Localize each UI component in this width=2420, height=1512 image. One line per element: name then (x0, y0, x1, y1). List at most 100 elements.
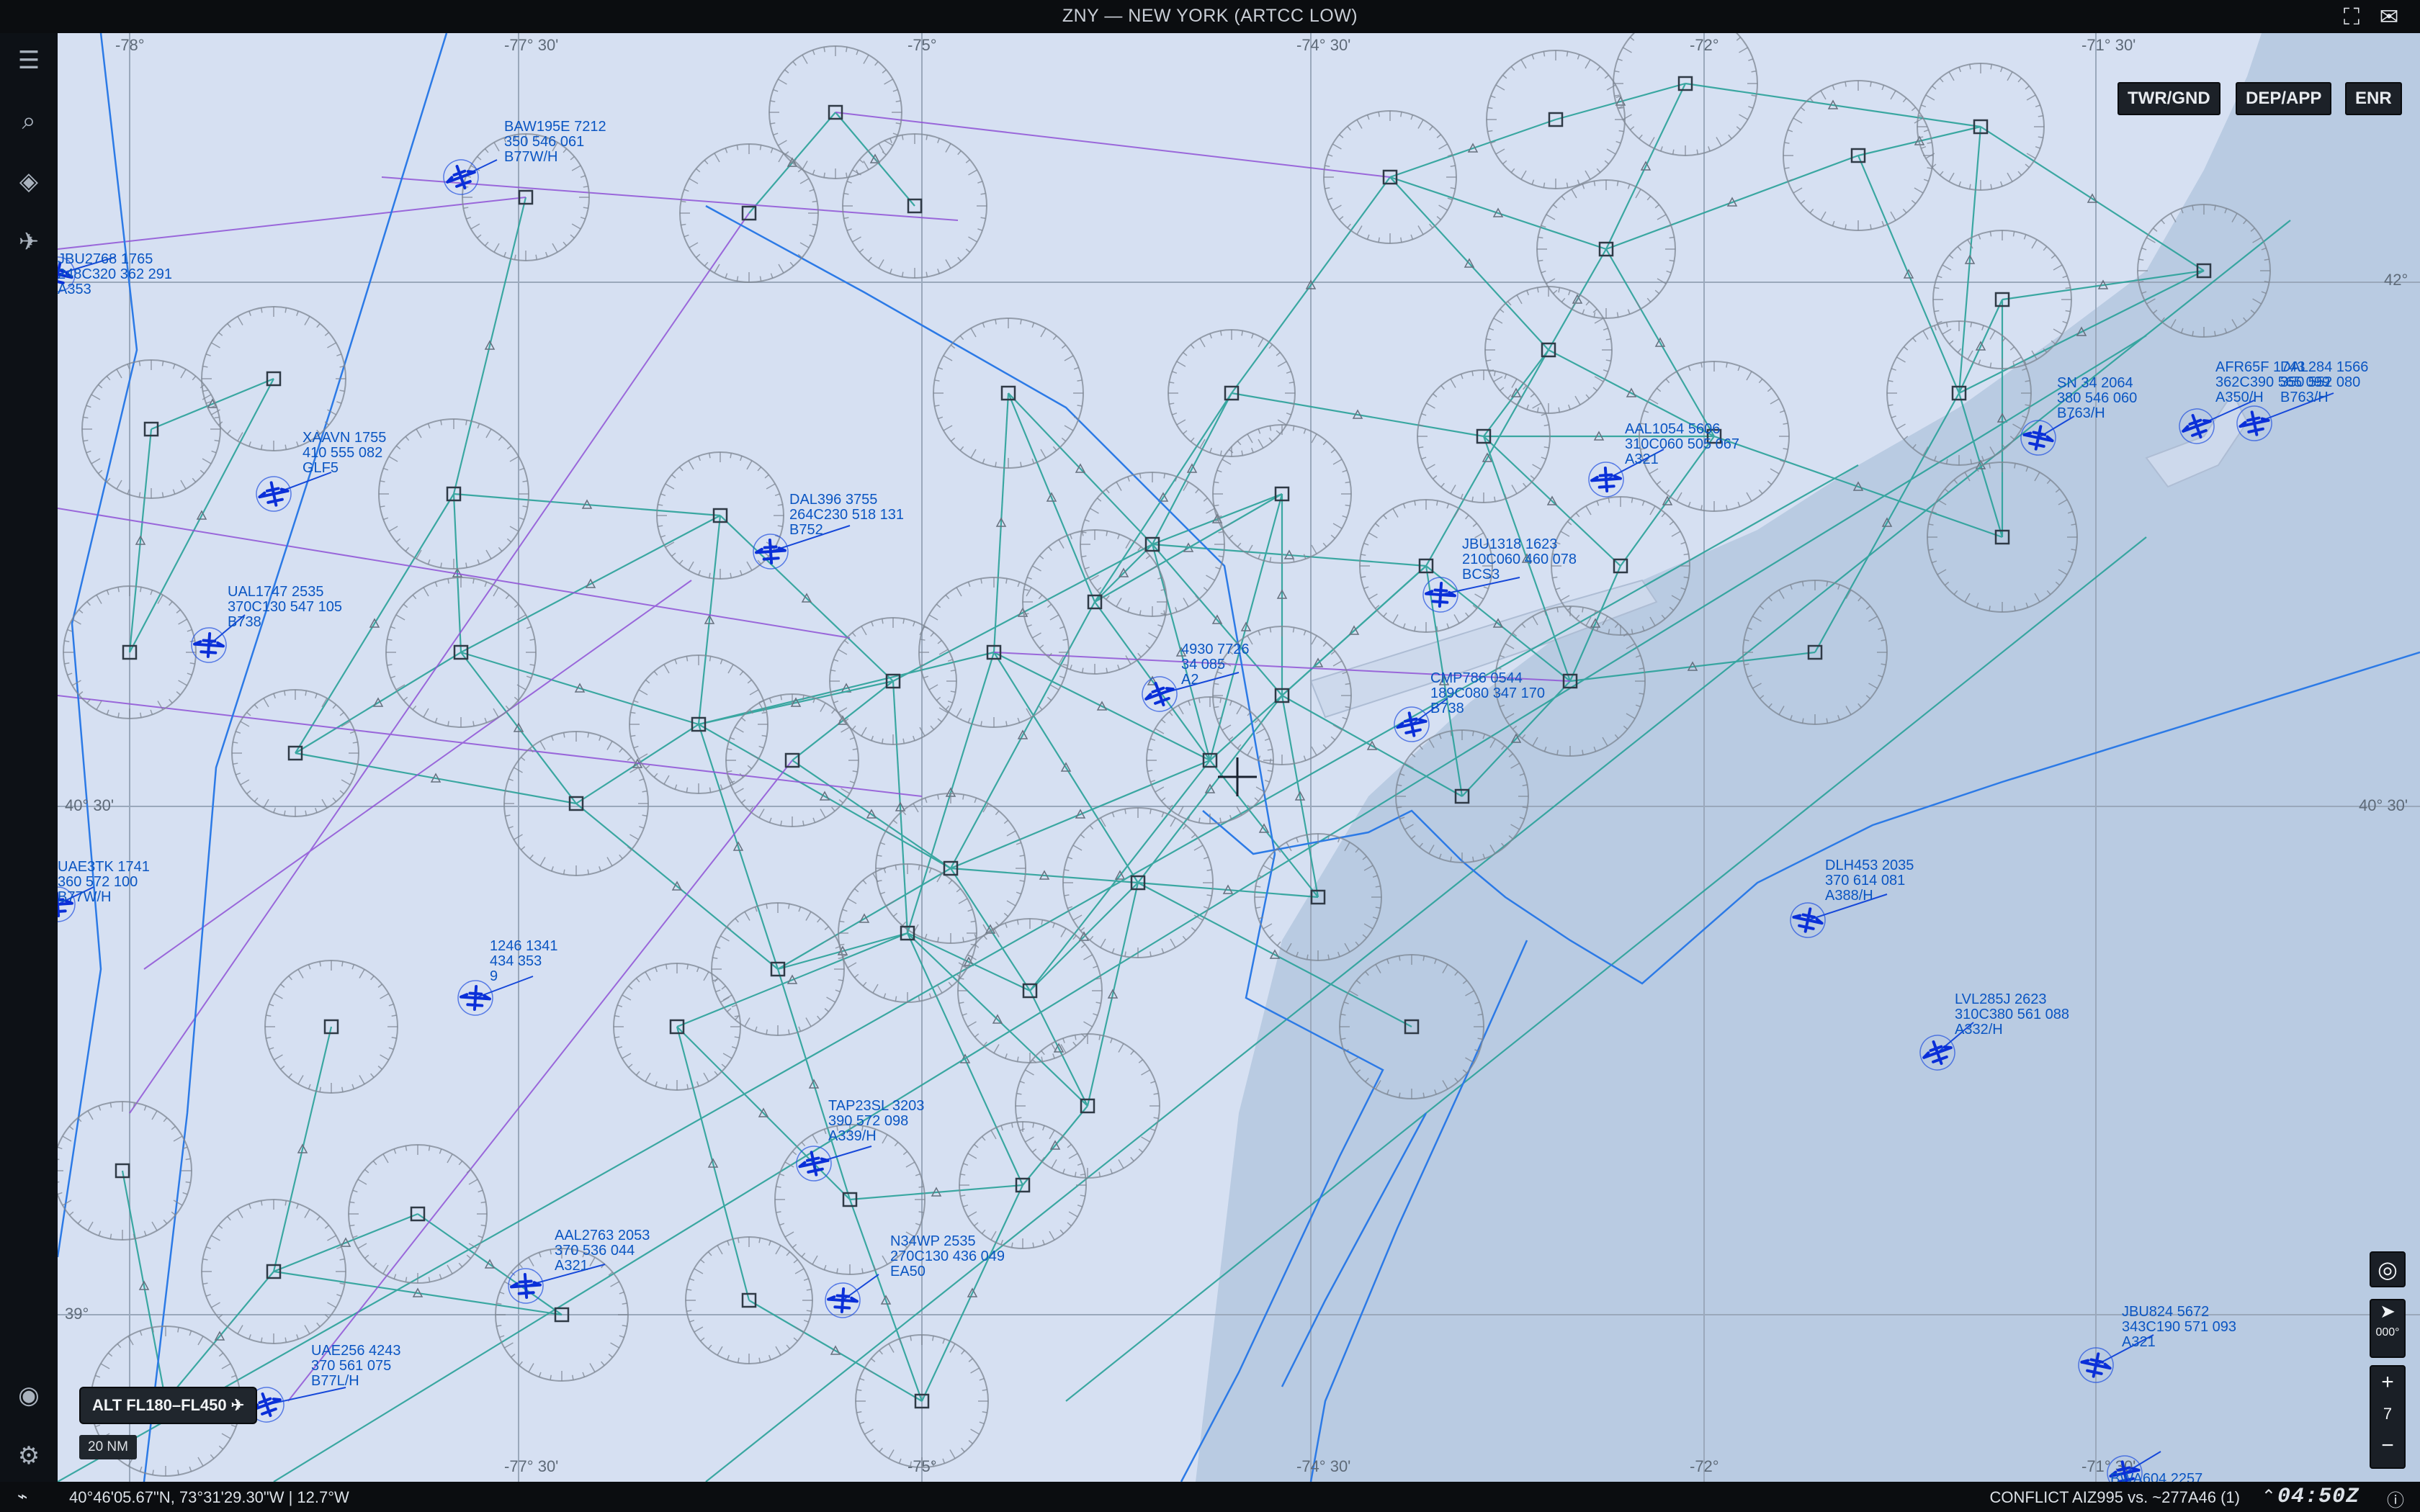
data-block-line: EA50 (890, 1264, 926, 1279)
data-block[interactable]: UAE3TK 1741 360 572 100 B77W/H (58, 860, 150, 905)
longitude-label: -74° 30' (1296, 36, 1350, 54)
data-block[interactable]: DAL396 3755 264C230 518 131 B752 (789, 492, 904, 538)
zoom-in-button[interactable]: + (2371, 1367, 2404, 1398)
data-block[interactable]: 4930 7726 34 085 A2 (1181, 642, 1250, 688)
conflict-alert[interactable]: CONFLICT AIZ995 vs. ~277A46 (1) (1990, 1488, 2240, 1507)
data-block[interactable]: UAL1747 2535 370C130 547 105 B738 (228, 585, 342, 630)
altitude-filter-button[interactable]: ALT FL180–FL450 ✈ (79, 1387, 258, 1424)
zoom-out-button[interactable]: − (2371, 1430, 2404, 1462)
data-block-line: 310C060 505 067 (1625, 436, 1740, 452)
longitude-label: -74° 30' (1296, 1457, 1350, 1475)
data-block-line: A353 (58, 282, 91, 297)
data-block[interactable]: JBU2768 1765 248C320 362 291 A353 (58, 252, 172, 297)
chevron-up-icon[interactable]: ⌃ (2262, 1486, 2276, 1507)
data-block[interactable]: AAL1054 5606 310C060 505 067 A321 (1625, 422, 1739, 467)
data-block-line: B763/H (2280, 390, 2329, 405)
data-block[interactable]: BWA604 2257350 386 433B38M 249 (2110, 1472, 2202, 1482)
data-block-line: 9 (490, 968, 498, 984)
data-block-line: BWA604 2257 (2110, 1471, 2203, 1482)
data-block-line: 310C380 561 088 (1955, 1007, 2070, 1022)
data-block-line: 410 555 082 (302, 445, 383, 461)
north-up-button[interactable]: ➤ 000° (2370, 1299, 2406, 1358)
zoom-control: + 7 − (2370, 1365, 2406, 1469)
data-block-line: TAP23SL 3203 (828, 1098, 925, 1114)
map-canvas[interactable]: -78° -77° 30' -75° -74° 30' -72° -71° 30' -77°… (58, 33, 2420, 1482)
data-block-line: GLF5 (302, 460, 339, 476)
data-block[interactable]: DLH453 2035 370 614 081 A388/H (1825, 858, 1914, 904)
heading-readout: 000° (2375, 1326, 2400, 1338)
facility-dep-app-button[interactable]: DEP/APP (2236, 82, 2332, 115)
data-block[interactable]: 1246 1341 434 353 9 (490, 939, 558, 984)
data-block-line: 370C130 547 105 (228, 599, 343, 615)
longitude-label: -72° (1690, 1457, 1719, 1475)
latitude-label: 39° (65, 1305, 89, 1323)
data-block-line: LVL285J 2623 (1955, 991, 2047, 1007)
data-block-line: 390 572 098 (828, 1113, 909, 1129)
altitude-filter-label: ALT FL180–FL450 (92, 1396, 227, 1414)
aircraft-icon[interactable]: ✈ (10, 223, 48, 261)
user-icon[interactable]: ◉ (10, 1377, 48, 1414)
data-block[interactable]: XAAVN 1755 410 555 082 GLF5 (302, 431, 386, 476)
data-block-line: 1246 1341 (490, 938, 558, 954)
data-block[interactable]: CMP786 0544 189C080 347 170 B738 (1430, 671, 1545, 716)
data-block-line: UAL1747 2535 (228, 584, 324, 600)
longitude-label: -75° (908, 1457, 937, 1475)
data-block[interactable]: N34WP 2535 270C130 436 049 EA50 (890, 1234, 1005, 1279)
help-icon[interactable]: ⓘ (2387, 1486, 2404, 1511)
data-block-line: B738 (228, 614, 261, 630)
terminal-icon[interactable]: ⌁ (17, 1486, 27, 1507)
data-block-line: XAAVN 1755 (302, 430, 387, 446)
scale-bar: 20 NM (79, 1435, 137, 1459)
data-block-line: JBU824 5672 (2122, 1304, 2210, 1320)
data-block-line: A339/H (828, 1128, 877, 1144)
data-block-line: DAL284 1566 (2280, 359, 2369, 375)
data-block-line: AAL1054 5606 (1625, 421, 1721, 437)
chat-icon[interactable]: ✉ (2374, 1, 2404, 32)
data-block[interactable]: UAE256 4243 370 561 075 B77L/H (311, 1344, 401, 1389)
data-block-line: 343C190 571 093 (2122, 1319, 2237, 1335)
data-block-line: 350 546 061 (504, 134, 585, 150)
data-block-line: B77L/H (311, 1373, 359, 1389)
data-block-line: DAL396 3755 (789, 492, 878, 508)
data-block-line: B738 (1430, 701, 1464, 716)
data-block-line: 370 536 044 (555, 1243, 635, 1259)
data-block-line: A332/H (1955, 1022, 2003, 1038)
left-toolbar: ☰ ⌕ ◈ ✈ ◉ ⚙ (0, 33, 58, 1482)
data-block-line: N34WP 2535 (890, 1233, 976, 1249)
data-block[interactable]: BAW195E 7212 350 546 061 B77W/H (504, 120, 606, 165)
data-block[interactable]: JBU824 5672 343C190 571 093 A321 (2122, 1305, 2236, 1350)
radar-map[interactable]: -78° -77° 30' -75° -74° 30' -72° -71° 30' -77°… (58, 33, 2420, 1482)
data-block-line: 270C130 436 049 (890, 1248, 1005, 1264)
data-block-line: JBU2768 1765 (58, 251, 153, 267)
search-icon[interactable]: ⌕ (10, 102, 48, 140)
data-block[interactable]: DAL284 1566 350 552 080 B763/H (2280, 360, 2368, 405)
longitude-label: -75° (908, 36, 937, 54)
data-block[interactable]: LVL285J 2623 310C380 561 088 A332/H (1955, 992, 2069, 1038)
data-block-line: SN 34 2064 (2057, 375, 2133, 391)
longitude-label: -72° (1690, 36, 1719, 54)
longitude-label: -71° 30' (2081, 36, 2136, 54)
recenter-icon[interactable]: ◎ (2370, 1251, 2406, 1287)
data-block[interactable]: JBU1318 1623 210C060 460 078 BCS3 (1462, 537, 1577, 582)
data-block-line: 4930 7726 (1181, 642, 1250, 657)
fullscreen-icon[interactable]: ⛶ (2336, 1, 2367, 32)
data-block-line: A321 (2122, 1334, 2156, 1350)
zoom-level: 7 (2383, 1405, 2393, 1423)
data-block-line: BAW195E 7212 (504, 119, 606, 135)
data-block[interactable]: TAP23SL 3203 390 572 098 A339/H (828, 1099, 924, 1144)
menu-icon[interactable]: ☰ (10, 42, 48, 79)
data-block-line: 350 552 080 (2280, 374, 2361, 390)
layers-icon[interactable]: ◈ (10, 163, 48, 200)
facility-twr-gnd-button[interactable]: TWR/GND (2118, 82, 2220, 115)
data-block-line: 34 085 (1181, 657, 1226, 672)
longitude-label: -77° 30' (504, 36, 558, 54)
utc-clock: 04:50Z (2277, 1485, 2360, 1509)
data-block-line: 189C080 347 170 (1430, 685, 1546, 701)
data-block[interactable]: SN 34 2064 380 546 060 B763/H (2057, 376, 2137, 421)
facility-enr-button[interactable]: ENR (2345, 82, 2402, 115)
atc-radar-app: ZNY — NEW YORK (ARTCC LOW) ⛶ ✉ ☰ ⌕ ◈ ✈ ◉… (0, 0, 2420, 1512)
latitude-label: 40° 30' (65, 796, 114, 814)
settings-icon[interactable]: ⚙ (10, 1437, 48, 1475)
status-bar: ⌁ 40°46'05.67"N, 73°31'29.30"W | 12.7°W … (0, 1482, 2420, 1512)
data-block[interactable]: AAL2763 2053 370 536 044 A321 (555, 1228, 650, 1274)
